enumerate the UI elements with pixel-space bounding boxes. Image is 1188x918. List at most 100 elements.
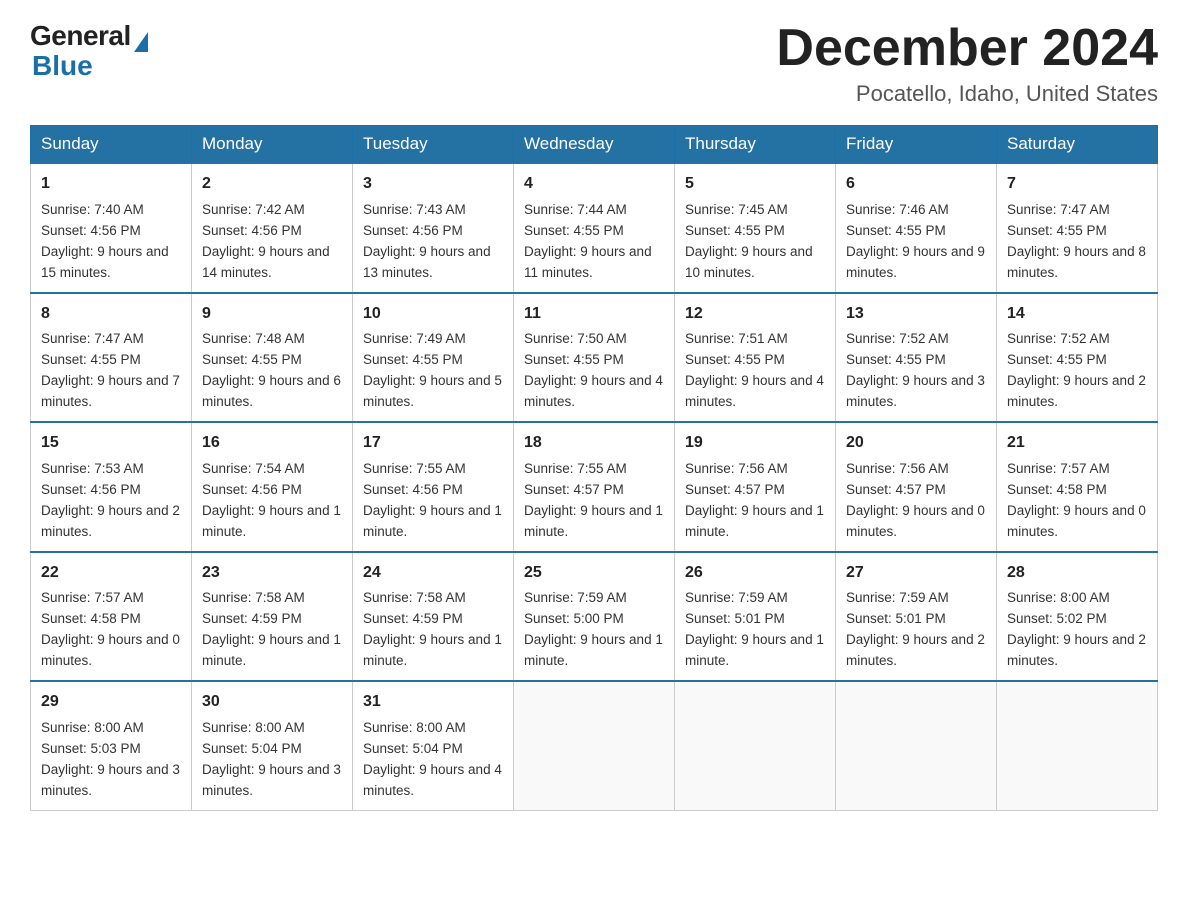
day-number: 9 bbox=[202, 302, 342, 327]
day-sunset: Sunset: 4:55 PM bbox=[524, 352, 624, 367]
table-row: 12 Sunrise: 7:51 AM Sunset: 4:55 PM Dayl… bbox=[675, 293, 836, 422]
day-sunrise: Sunrise: 7:46 AM bbox=[846, 202, 949, 217]
day-daylight: Daylight: 9 hours and 1 minute. bbox=[524, 503, 663, 539]
day-number: 3 bbox=[363, 172, 503, 197]
table-row: 7 Sunrise: 7:47 AM Sunset: 4:55 PM Dayli… bbox=[997, 163, 1158, 292]
day-sunrise: Sunrise: 8:00 AM bbox=[1007, 590, 1110, 605]
table-row: 19 Sunrise: 7:56 AM Sunset: 4:57 PM Dayl… bbox=[675, 422, 836, 551]
day-sunrise: Sunrise: 7:58 AM bbox=[363, 590, 466, 605]
day-daylight: Daylight: 9 hours and 15 minutes. bbox=[41, 244, 169, 280]
table-row: 27 Sunrise: 7:59 AM Sunset: 5:01 PM Dayl… bbox=[836, 552, 997, 681]
table-row: 14 Sunrise: 7:52 AM Sunset: 4:55 PM Dayl… bbox=[997, 293, 1158, 422]
day-sunrise: Sunrise: 7:54 AM bbox=[202, 461, 305, 476]
calendar-week-row: 8 Sunrise: 7:47 AM Sunset: 4:55 PM Dayli… bbox=[31, 293, 1158, 422]
day-sunset: Sunset: 4:59 PM bbox=[363, 611, 463, 626]
day-sunset: Sunset: 4:55 PM bbox=[685, 352, 785, 367]
day-sunrise: Sunrise: 7:57 AM bbox=[41, 590, 144, 605]
day-daylight: Daylight: 9 hours and 6 minutes. bbox=[202, 373, 341, 409]
calendar-week-row: 15 Sunrise: 7:53 AM Sunset: 4:56 PM Dayl… bbox=[31, 422, 1158, 551]
day-sunrise: Sunrise: 7:47 AM bbox=[41, 331, 144, 346]
table-row: 2 Sunrise: 7:42 AM Sunset: 4:56 PM Dayli… bbox=[192, 163, 353, 292]
day-daylight: Daylight: 9 hours and 10 minutes. bbox=[685, 244, 813, 280]
logo-general-text: General bbox=[30, 20, 131, 52]
table-row: 4 Sunrise: 7:44 AM Sunset: 4:55 PM Dayli… bbox=[514, 163, 675, 292]
day-number: 11 bbox=[524, 302, 664, 327]
day-sunset: Sunset: 5:04 PM bbox=[363, 741, 463, 756]
calendar-week-row: 1 Sunrise: 7:40 AM Sunset: 4:56 PM Dayli… bbox=[31, 163, 1158, 292]
day-number: 6 bbox=[846, 172, 986, 197]
day-daylight: Daylight: 9 hours and 4 minutes. bbox=[524, 373, 663, 409]
table-row: 3 Sunrise: 7:43 AM Sunset: 4:56 PM Dayli… bbox=[353, 163, 514, 292]
day-sunset: Sunset: 4:55 PM bbox=[1007, 352, 1107, 367]
day-daylight: Daylight: 9 hours and 0 minutes. bbox=[1007, 503, 1146, 539]
day-daylight: Daylight: 9 hours and 0 minutes. bbox=[41, 632, 180, 668]
day-sunrise: Sunrise: 7:58 AM bbox=[202, 590, 305, 605]
day-sunset: Sunset: 4:56 PM bbox=[41, 223, 141, 238]
day-sunset: Sunset: 5:02 PM bbox=[1007, 611, 1107, 626]
table-row: 24 Sunrise: 7:58 AM Sunset: 4:59 PM Dayl… bbox=[353, 552, 514, 681]
table-row: 10 Sunrise: 7:49 AM Sunset: 4:55 PM Dayl… bbox=[353, 293, 514, 422]
table-row: 25 Sunrise: 7:59 AM Sunset: 5:00 PM Dayl… bbox=[514, 552, 675, 681]
day-sunrise: Sunrise: 7:55 AM bbox=[363, 461, 466, 476]
day-daylight: Daylight: 9 hours and 5 minutes. bbox=[363, 373, 502, 409]
day-sunset: Sunset: 4:55 PM bbox=[846, 352, 946, 367]
day-sunrise: Sunrise: 7:56 AM bbox=[685, 461, 788, 476]
logo-triangle-icon bbox=[134, 32, 148, 52]
header-wednesday: Wednesday bbox=[514, 126, 675, 164]
day-number: 17 bbox=[363, 431, 503, 456]
day-daylight: Daylight: 9 hours and 3 minutes. bbox=[846, 373, 985, 409]
day-sunrise: Sunrise: 7:44 AM bbox=[524, 202, 627, 217]
table-row: 29 Sunrise: 8:00 AM Sunset: 5:03 PM Dayl… bbox=[31, 681, 192, 810]
day-number: 31 bbox=[363, 690, 503, 715]
day-sunset: Sunset: 5:04 PM bbox=[202, 741, 302, 756]
day-sunrise: Sunrise: 7:40 AM bbox=[41, 202, 144, 217]
day-daylight: Daylight: 9 hours and 14 minutes. bbox=[202, 244, 330, 280]
day-sunset: Sunset: 4:55 PM bbox=[685, 223, 785, 238]
day-number: 26 bbox=[685, 561, 825, 586]
day-number: 27 bbox=[846, 561, 986, 586]
table-row: 13 Sunrise: 7:52 AM Sunset: 4:55 PM Dayl… bbox=[836, 293, 997, 422]
header-sunday: Sunday bbox=[31, 126, 192, 164]
table-row: 21 Sunrise: 7:57 AM Sunset: 4:58 PM Dayl… bbox=[997, 422, 1158, 551]
table-row bbox=[675, 681, 836, 810]
table-row: 9 Sunrise: 7:48 AM Sunset: 4:55 PM Dayli… bbox=[192, 293, 353, 422]
day-sunrise: Sunrise: 7:59 AM bbox=[524, 590, 627, 605]
day-daylight: Daylight: 9 hours and 2 minutes. bbox=[1007, 373, 1146, 409]
day-sunset: Sunset: 4:55 PM bbox=[846, 223, 946, 238]
day-number: 30 bbox=[202, 690, 342, 715]
day-daylight: Daylight: 9 hours and 11 minutes. bbox=[524, 244, 652, 280]
day-number: 22 bbox=[41, 561, 181, 586]
table-row: 15 Sunrise: 7:53 AM Sunset: 4:56 PM Dayl… bbox=[31, 422, 192, 551]
day-sunrise: Sunrise: 7:59 AM bbox=[685, 590, 788, 605]
day-sunrise: Sunrise: 7:49 AM bbox=[363, 331, 466, 346]
table-row: 18 Sunrise: 7:55 AM Sunset: 4:57 PM Dayl… bbox=[514, 422, 675, 551]
day-sunset: Sunset: 4:56 PM bbox=[202, 482, 302, 497]
day-daylight: Daylight: 9 hours and 1 minute. bbox=[202, 503, 341, 539]
day-sunset: Sunset: 4:55 PM bbox=[41, 352, 141, 367]
table-row: 20 Sunrise: 7:56 AM Sunset: 4:57 PM Dayl… bbox=[836, 422, 997, 551]
header-monday: Monday bbox=[192, 126, 353, 164]
day-sunset: Sunset: 4:55 PM bbox=[1007, 223, 1107, 238]
day-daylight: Daylight: 9 hours and 1 minute. bbox=[524, 632, 663, 668]
day-sunset: Sunset: 4:57 PM bbox=[685, 482, 785, 497]
day-number: 5 bbox=[685, 172, 825, 197]
table-row bbox=[514, 681, 675, 810]
day-number: 20 bbox=[846, 431, 986, 456]
day-number: 14 bbox=[1007, 302, 1147, 327]
day-sunrise: Sunrise: 7:47 AM bbox=[1007, 202, 1110, 217]
table-row: 28 Sunrise: 8:00 AM Sunset: 5:02 PM Dayl… bbox=[997, 552, 1158, 681]
calendar-week-row: 29 Sunrise: 8:00 AM Sunset: 5:03 PM Dayl… bbox=[31, 681, 1158, 810]
day-sunrise: Sunrise: 7:45 AM bbox=[685, 202, 788, 217]
day-sunrise: Sunrise: 7:56 AM bbox=[846, 461, 949, 476]
day-sunrise: Sunrise: 8:00 AM bbox=[202, 720, 305, 735]
day-sunset: Sunset: 4:57 PM bbox=[846, 482, 946, 497]
table-row bbox=[997, 681, 1158, 810]
header-friday: Friday bbox=[836, 126, 997, 164]
day-sunrise: Sunrise: 7:42 AM bbox=[202, 202, 305, 217]
day-daylight: Daylight: 9 hours and 1 minute. bbox=[685, 632, 824, 668]
day-daylight: Daylight: 9 hours and 1 minute. bbox=[363, 503, 502, 539]
day-number: 25 bbox=[524, 561, 664, 586]
day-sunset: Sunset: 4:56 PM bbox=[363, 482, 463, 497]
day-sunset: Sunset: 4:58 PM bbox=[1007, 482, 1107, 497]
day-sunset: Sunset: 4:59 PM bbox=[202, 611, 302, 626]
